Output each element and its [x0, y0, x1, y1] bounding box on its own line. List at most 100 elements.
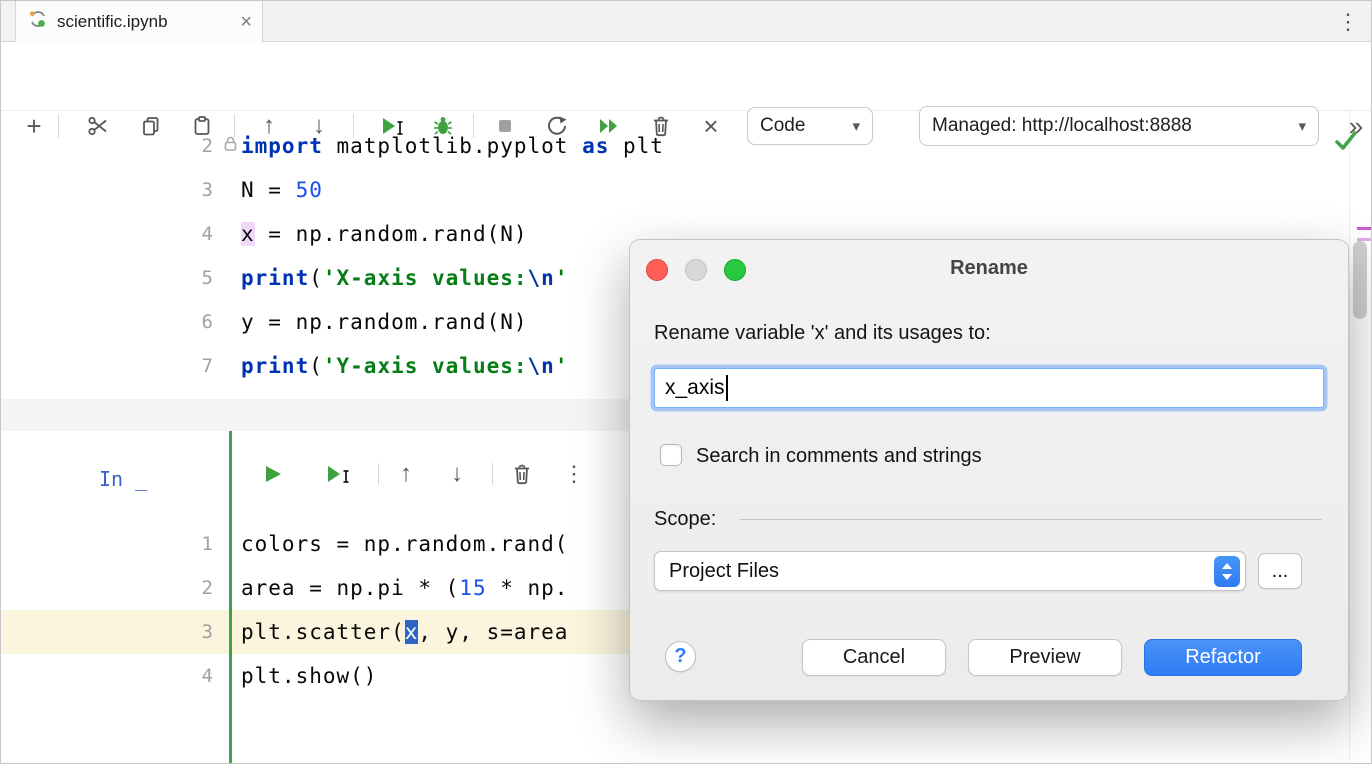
error-stripe-mark: [1357, 227, 1371, 230]
refactor-button[interactable]: Refactor: [1144, 639, 1302, 676]
code-token-str: 'X-axis values:: [323, 266, 528, 290]
code-text: plt.scatter(x, y, s=area: [241, 610, 568, 654]
line-number: 4: [141, 212, 213, 256]
run-cell-button[interactable]: [255, 456, 291, 492]
jupyter-server-value: Managed: http://localhost:8888: [932, 115, 1192, 137]
tabbar-kebab-icon[interactable]: ⋮: [1335, 9, 1361, 35]
code-line[interactable]: 3N = 50: [1, 168, 1349, 212]
code-token-plain: area = np.pi * (: [241, 576, 459, 600]
tab-label: scientific.ipynb: [57, 12, 231, 32]
run-all-cells-button[interactable]: [591, 108, 627, 144]
code-text: x = np.random.rand(N): [241, 212, 528, 256]
cell-toolbar-separator: [492, 463, 493, 485]
inspections-ok-icon[interactable]: [1332, 127, 1360, 155]
cell-options-kebab-icon[interactable]: ⋮: [556, 456, 592, 492]
code-token-plain: , y, s=area: [418, 620, 568, 644]
preview-button[interactable]: Preview: [968, 639, 1122, 676]
pycharm-window: scientific.ipynb × ⋮ +: [0, 0, 1372, 764]
restart-kernel-button[interactable]: [539, 108, 575, 144]
code-token-plain: * np.: [487, 576, 569, 600]
rename-prompt-label: Rename variable 'x' and its usages to:: [654, 320, 991, 346]
run-and-select-icon: [325, 463, 353, 485]
cell-in-prompt: In _: [99, 459, 147, 499]
move-cell-down-button[interactable]: ↓: [301, 108, 337, 144]
code-token-plain: colors = np.random.rand(: [241, 532, 568, 556]
code-text: colors = np.random.rand(: [241, 522, 568, 566]
delete-cell-button[interactable]: [504, 456, 540, 492]
tab-close-icon[interactable]: ×: [240, 12, 252, 32]
scope-divider: [740, 519, 1322, 520]
code-token-str: 'Y-axis values:: [323, 354, 528, 378]
dropdown-stepper-icon: [1214, 556, 1240, 587]
jupyter-server-dropdown[interactable]: Managed: http://localhost:8888 ▾: [919, 106, 1319, 146]
paste-icon: [191, 115, 213, 137]
toolbar-separator: [473, 114, 474, 138]
scope-value: Project Files: [669, 560, 779, 583]
scope-label: Scope:: [654, 506, 716, 532]
vertical-scrollbar-thumb[interactable]: [1353, 241, 1367, 319]
line-number: 4: [141, 654, 213, 698]
rename-input[interactable]: x_axis: [654, 368, 1324, 408]
paste-cell-button[interactable]: [184, 108, 220, 144]
code-token-plain: (: [309, 354, 323, 378]
run-cell-select-below-button[interactable]: [321, 456, 357, 492]
code-token-plain: N =: [241, 178, 296, 202]
code-token-plain: plt.show(): [241, 664, 377, 688]
scope-browse-button[interactable]: ...: [1258, 553, 1302, 589]
add-cell-button[interactable]: +: [16, 108, 52, 144]
line-number: 6: [141, 300, 213, 344]
delete-cell-button[interactable]: [643, 108, 679, 144]
move-cell-up-button[interactable]: ↑: [251, 108, 287, 144]
play-icon: [262, 463, 284, 485]
tab-scientific-ipynb[interactable]: scientific.ipynb ×: [15, 1, 263, 42]
code-token-str: ': [555, 266, 569, 290]
editor-right-edge: [1349, 111, 1350, 764]
dialog-title: Rename: [630, 257, 1348, 280]
code-text: y = np.random.rand(N): [241, 300, 528, 344]
editor-tab-bar: scientific.ipynb × ⋮: [1, 1, 1372, 42]
code-token-plain: (: [309, 266, 323, 290]
chevron-down-icon: ▾: [852, 117, 860, 135]
code-token-usage: x: [241, 222, 255, 246]
copy-icon: [140, 115, 162, 137]
copy-cell-button[interactable]: [133, 108, 169, 144]
scope-dropdown[interactable]: Project Files: [654, 551, 1246, 591]
cell-type-value: Code: [760, 115, 805, 137]
line-number: 1: [141, 522, 213, 566]
help-button[interactable]: ?: [665, 641, 696, 672]
search-comments-checkbox[interactable]: [660, 444, 682, 466]
run-all-icon: [597, 116, 621, 136]
toolbar-separator: [234, 114, 235, 138]
move-cell-down-button[interactable]: ↓: [439, 456, 475, 492]
code-token-plain: y = np.random.rand(N): [241, 310, 528, 334]
toolbar-separator: [58, 114, 59, 138]
trash-icon: [650, 115, 672, 137]
scissors-icon: [87, 115, 109, 137]
code-token-esc: \n: [528, 354, 555, 378]
cut-cell-button[interactable]: [80, 108, 116, 144]
cancel-button[interactable]: Cancel: [802, 639, 946, 676]
run-and-select-icon: [380, 115, 406, 137]
line-number: 3: [141, 610, 213, 654]
debug-cell-button[interactable]: [425, 108, 461, 144]
cell-toolbar-separator: [378, 463, 379, 485]
ipynb-file-icon: [28, 9, 48, 34]
move-cell-up-button[interactable]: ↑: [388, 456, 424, 492]
bug-icon: [432, 115, 454, 137]
cell-type-dropdown[interactable]: Code ▾: [747, 107, 873, 145]
stop-kernel-button[interactable]: [487, 108, 523, 144]
code-token-kw: print: [241, 354, 309, 378]
code-token-num: 15: [459, 576, 486, 600]
code-text: print('X-axis values:\n': [241, 256, 568, 300]
rename-dialog: Rename Rename variable 'x' and its usage…: [629, 239, 1349, 701]
search-comments-label: Search in comments and strings: [696, 443, 982, 469]
run-cell-select-below-button[interactable]: [375, 108, 411, 144]
line-number: 3: [141, 168, 213, 212]
code-token-plain: plt.scatter(: [241, 620, 405, 644]
text-caret: [726, 375, 728, 401]
line-number: 2: [141, 566, 213, 610]
code-text: print('Y-axis values:\n': [241, 344, 568, 388]
trash-icon: [511, 463, 533, 485]
clear-outputs-button[interactable]: ×: [693, 108, 729, 144]
code-text: plt.show(): [241, 654, 377, 698]
